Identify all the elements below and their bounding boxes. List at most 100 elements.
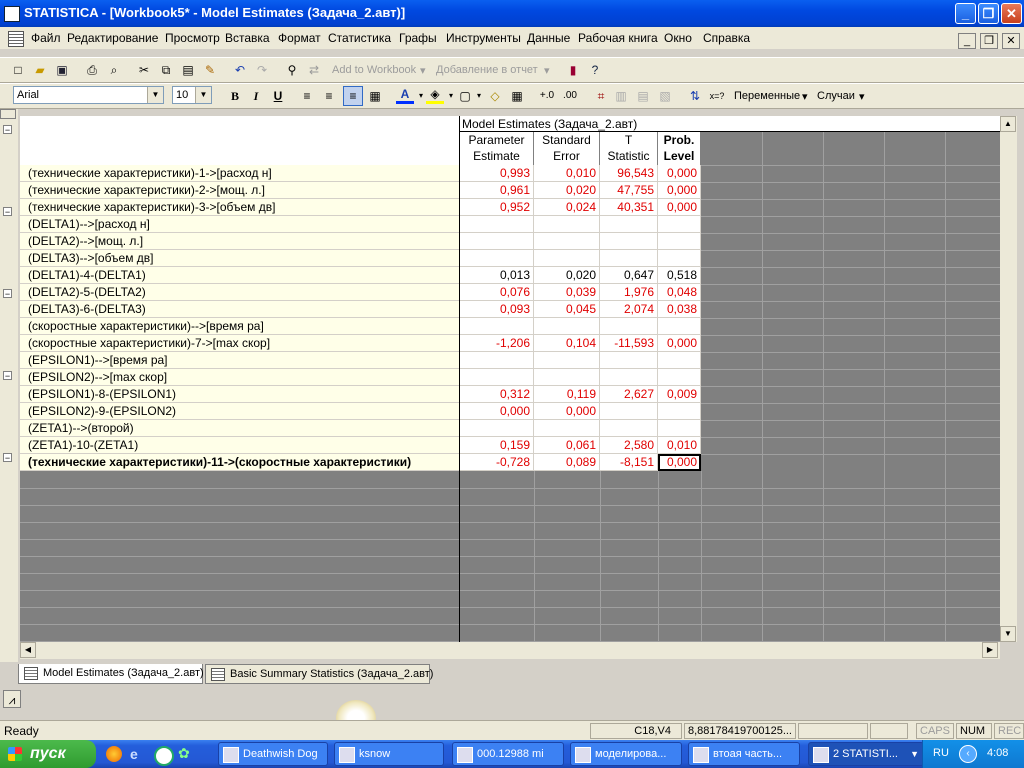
formula-icon[interactable]: x=? [708, 87, 726, 105]
ie-icon[interactable]: e [130, 746, 146, 762]
minimize-button[interactable]: _ [955, 3, 976, 24]
table-cell[interactable]: -1,206 [460, 335, 534, 352]
row-label[interactable]: (технические характеристики)-1->[расход … [20, 165, 460, 182]
table-cell[interactable] [460, 216, 534, 233]
table-cell[interactable]: 0,061 [534, 437, 600, 454]
table-cell[interactable]: 0,020 [534, 267, 600, 284]
decrease-decimal-icon[interactable]: .00 [561, 87, 579, 105]
taskbar-item[interactable]: втоая часть... [688, 742, 800, 766]
replace-icon[interactable]: ⇄ [305, 61, 323, 79]
table-cell[interactable]: 0,010 [534, 165, 600, 182]
row-label[interactable]: (DELTA1)-->[расход н] [20, 216, 460, 233]
start-button[interactable]: пуск [0, 740, 96, 768]
table-cell[interactable]: 0,039 [534, 284, 600, 301]
table-cell[interactable] [658, 318, 701, 335]
mdi-minimize-button[interactable]: _ [958, 33, 976, 49]
table-cell[interactable] [460, 250, 534, 267]
taskbar-item[interactable]: ksnow [334, 742, 444, 766]
row-label[interactable]: (EPSILON1)-8-(EPSILON1) [20, 386, 460, 403]
print-icon[interactable]: ⎙ [83, 61, 101, 79]
table-cell[interactable]: 0,093 [460, 301, 534, 318]
book-icon[interactable]: ▮ [564, 61, 582, 79]
table-cell[interactable]: 0,010 [658, 437, 701, 454]
print-preview-icon[interactable]: ⌕ [105, 61, 123, 79]
table-cell[interactable] [460, 420, 534, 437]
table-cell[interactable] [658, 403, 701, 420]
row-label[interactable]: (технические характеристики)-11->(скорос… [20, 454, 460, 471]
collapse-icon[interactable]: − [3, 125, 12, 135]
table-cell[interactable] [534, 369, 600, 386]
mdi-close-button[interactable]: ✕ [1002, 33, 1020, 49]
media-player-icon[interactable] [154, 746, 174, 766]
find-icon[interactable]: ⚲ [283, 61, 301, 79]
row-label[interactable]: (скоростные характеристики)-7->[max скор… [20, 335, 460, 352]
scroll-left-icon[interactable]: ◀ [20, 642, 36, 658]
icq-icon[interactable]: ✿ [178, 745, 190, 762]
table-cell[interactable]: -0,728 [460, 454, 534, 471]
insert-row-icon[interactable]: ▤ [634, 87, 652, 105]
cases-dropdown-icon[interactable]: ▾ [859, 90, 865, 103]
table-cell[interactable] [600, 318, 658, 335]
table-cell[interactable] [658, 369, 701, 386]
close-button[interactable]: ✕ [1001, 3, 1022, 24]
taskbar-item[interactable]: 2 STATISTI... ▼ [808, 742, 924, 766]
open-folder-icon[interactable]: ▰ [31, 61, 49, 79]
table-cell[interactable] [600, 420, 658, 437]
menu-help[interactable]: Справка [703, 31, 750, 45]
menu-data[interactable]: Данные [527, 31, 570, 45]
table-cell[interactable] [534, 318, 600, 335]
save-icon[interactable]: ▣ [53, 61, 71, 79]
menu-workbook[interactable]: Рабочая книга [578, 31, 658, 45]
font-size-combo[interactable]: 10 ▼ [172, 86, 212, 104]
menu-graphs[interactable]: Графы [399, 31, 437, 45]
table-cell[interactable]: 0,312 [460, 386, 534, 403]
cases-menu-button[interactable]: Случаи [817, 90, 855, 102]
font-size-dropdown-icon[interactable]: ▼ [195, 87, 211, 103]
table-cell[interactable]: -8,151 [600, 454, 658, 471]
table-cell[interactable]: 96,543 [600, 165, 658, 182]
spreadsheet[interactable]: Model Estimates (Задача_2.авт) Parameter… [20, 116, 1000, 642]
table-cell[interactable] [534, 250, 600, 267]
sheet-tab-basic-summary[interactable]: Basic Summary Statistics (Задача_2.авт) [205, 664, 433, 684]
undo-icon[interactable]: ↶ [231, 61, 249, 79]
table-cell[interactable] [534, 233, 600, 250]
horizontal-scrollbar[interactable]: ◀ ▶ [20, 642, 1000, 659]
row-label[interactable]: (DELTA1)-4-(DELTA1) [20, 267, 460, 284]
mdi-restore-button[interactable]: ❐ [980, 33, 998, 49]
collapse-icon[interactable]: − [3, 371, 12, 381]
cell-format-icon[interactable]: ▦ [366, 87, 384, 105]
table-cell[interactable]: 0,013 [460, 267, 534, 284]
table-cell[interactable]: 0,993 [460, 165, 534, 182]
table-cell[interactable]: 0,089 [534, 454, 600, 471]
row-label[interactable]: (скоростные характеристики)-->[время ра] [20, 318, 460, 335]
table-cell[interactable]: 0,038 [658, 301, 701, 318]
context-help-icon[interactable]: ? [586, 61, 604, 79]
table-cell[interactable]: 2,074 [600, 301, 658, 318]
column-header[interactable]: Prob. Level [658, 132, 701, 165]
menu-statistics[interactable]: Статистика [328, 31, 391, 45]
new-icon[interactable]: □ [9, 61, 27, 79]
workbook-icon[interactable] [8, 31, 24, 47]
table-cell[interactable]: 0,961 [460, 182, 534, 199]
workbook-tree-icon[interactable] [0, 109, 16, 119]
menu-edit[interactable]: Редактирование [67, 31, 158, 45]
redo-icon[interactable]: ↷ [253, 61, 271, 79]
taskbar-item[interactable]: моделирова... [570, 742, 682, 766]
tag-icon[interactable]: ◇ [486, 87, 504, 105]
font-dropdown-icon[interactable]: ▼ [147, 87, 163, 103]
table-cell[interactable]: 0,104 [534, 335, 600, 352]
row-label[interactable]: (технические характеристики)-2->[мощ. л.… [20, 182, 460, 199]
tray-expand-icon[interactable]: ‹ [959, 745, 977, 763]
app-icon[interactable] [4, 6, 20, 22]
language-indicator[interactable]: RU [933, 747, 949, 759]
menu-tools[interactable]: Инструменты [446, 31, 521, 45]
add-to-workbook-button[interactable]: Add to Workbook [332, 64, 416, 76]
collapse-icon[interactable]: − [3, 207, 12, 217]
menu-file[interactable]: Файл [31, 31, 61, 45]
table-cell[interactable]: -11,593 [600, 335, 658, 352]
table-cell[interactable] [600, 403, 658, 420]
table-cell[interactable]: 2,580 [600, 437, 658, 454]
table-cell[interactable]: 0,159 [460, 437, 534, 454]
table-cell[interactable] [460, 369, 534, 386]
add-to-report-button[interactable]: Добавление в отчет [436, 64, 538, 76]
